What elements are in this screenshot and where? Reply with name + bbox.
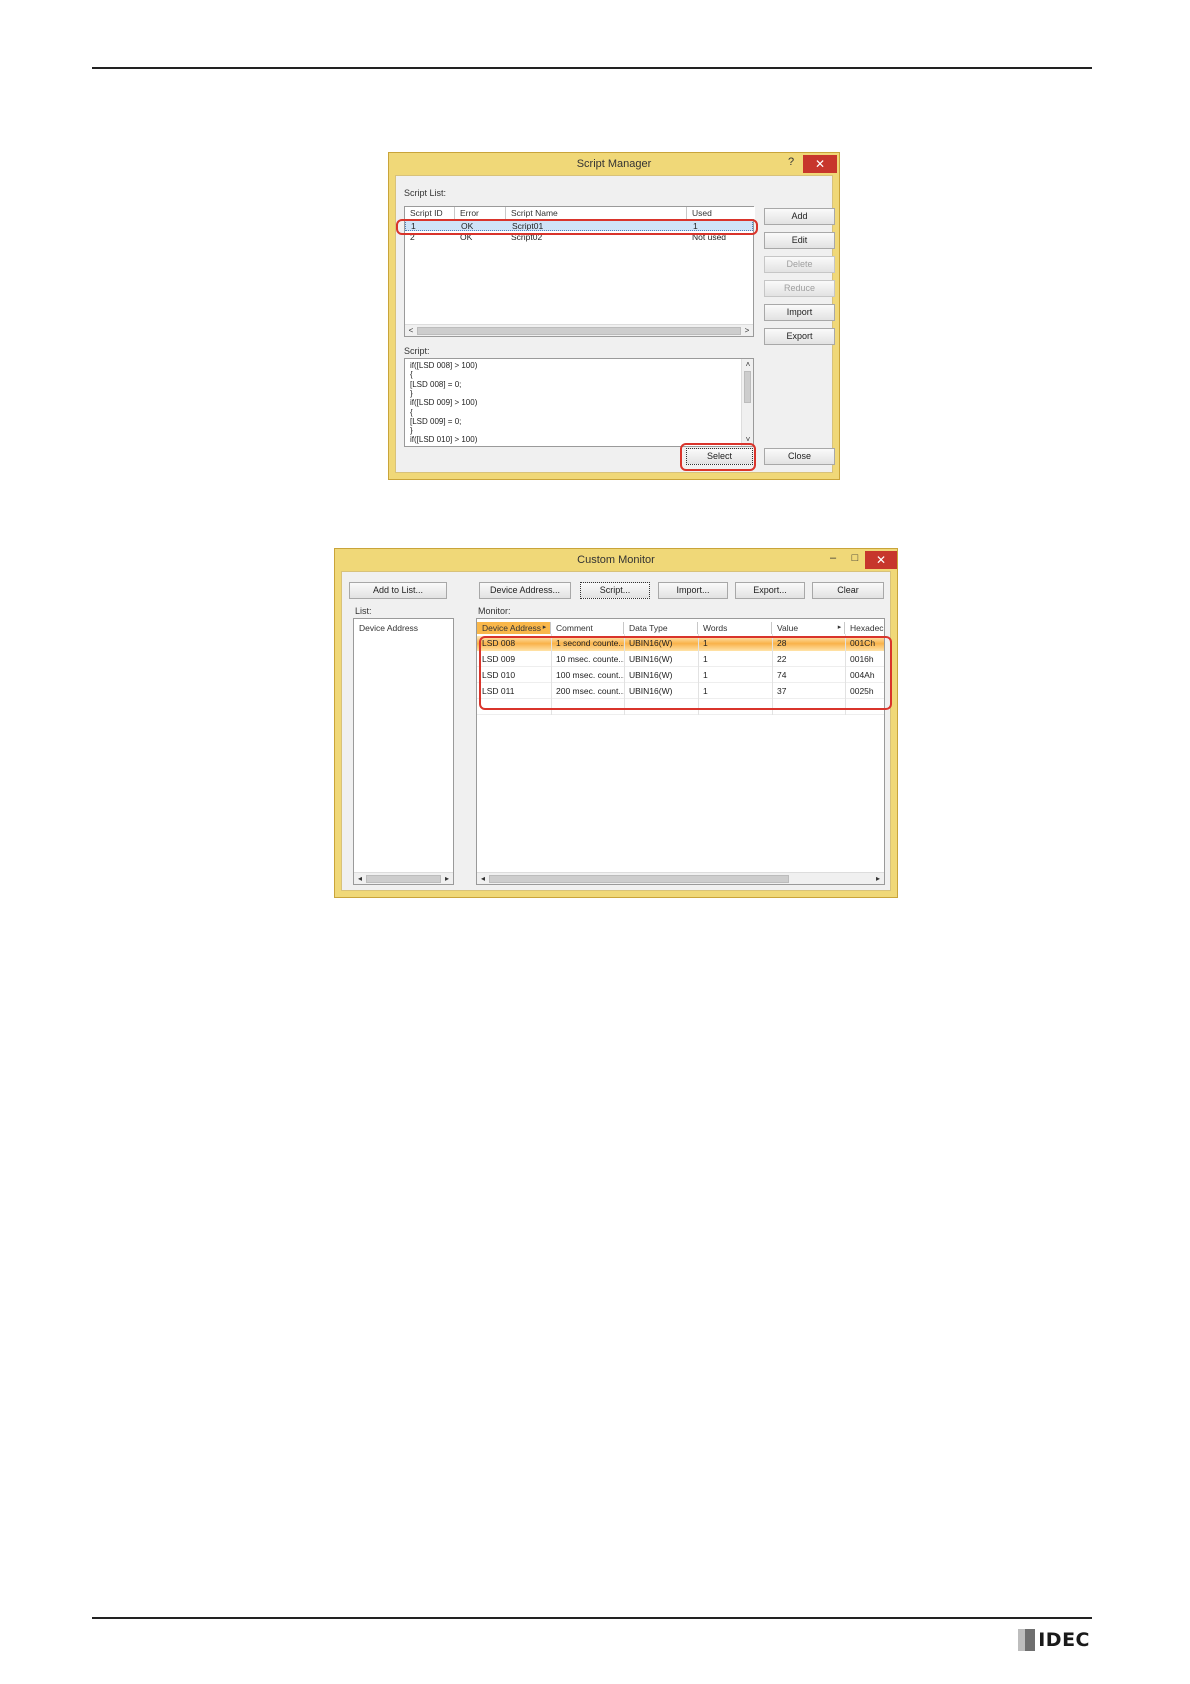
close-icon[interactable]: ✕ — [865, 551, 897, 569]
clear-button[interactable]: Clear — [812, 582, 884, 599]
import-button[interactable]: Import — [764, 304, 835, 321]
list-header-device-address[interactable]: Device Address — [354, 622, 453, 634]
highlight-monitor-rows — [479, 636, 892, 710]
logo-mark-icon — [1018, 1629, 1036, 1651]
header-rule — [92, 67, 1092, 69]
col-error[interactable]: Error — [455, 207, 506, 219]
col-hexadecimal[interactable]: Hexadeci — [845, 622, 884, 634]
reduce-button[interactable]: Reduce — [764, 280, 835, 297]
close-icon[interactable]: ✕ — [803, 155, 837, 173]
script-manager-title: Script Manager — [576, 158, 652, 170]
help-icon[interactable]: ? — [781, 153, 801, 171]
col-comment[interactable]: Comment — [551, 622, 624, 634]
chevron-right-icon[interactable]: ▸ — [441, 873, 453, 885]
device-address-button[interactable]: Device Address... — [479, 582, 571, 599]
chevron-left-icon[interactable]: ◂ — [354, 873, 366, 885]
script-line: [LSD 008] = 0; — [410, 380, 462, 389]
chevron-right-icon[interactable]: ▸ — [539, 622, 550, 634]
device-list[interactable]: Device Address ◂ ▸ — [353, 618, 454, 885]
add-button[interactable]: Add — [764, 208, 835, 225]
col-used[interactable]: Used — [687, 207, 755, 219]
scroll-thumb[interactable] — [366, 875, 441, 883]
custom-monitor-title: Custom Monitor — [577, 554, 655, 566]
export-button[interactable]: Export — [764, 328, 835, 345]
chevron-up-icon[interactable]: ˄ — [742, 359, 753, 371]
chevron-right-icon[interactable]: ▸ — [834, 622, 845, 634]
custom-monitor-client: Add to List... Device Address... Script.… — [341, 571, 891, 891]
custom-monitor-dialog: Custom Monitor – □ ✕ Add to List... Devi… — [334, 548, 898, 898]
export-button[interactable]: Export... — [735, 582, 805, 599]
scroll-thumb[interactable] — [744, 371, 751, 403]
col-script-name[interactable]: Script Name — [506, 207, 687, 219]
script-line: } — [410, 426, 413, 435]
edit-button[interactable]: Edit — [764, 232, 835, 249]
monitor-hscroll[interactable]: ◂ ▸ — [477, 872, 884, 884]
col-data-type[interactable]: Data Type — [624, 622, 698, 634]
script-line: if([LSD 010] > 100) — [410, 435, 478, 444]
script-line: } — [410, 389, 413, 398]
script-line: { — [410, 408, 413, 417]
script-list-hscroll[interactable]: < > — [405, 324, 753, 336]
footer-rule — [92, 1617, 1092, 1619]
monitor-label: Monitor: — [478, 606, 511, 616]
maximize-icon[interactable]: □ — [845, 549, 865, 567]
script-line: { — [410, 370, 413, 379]
script-line: if([LSD 009] > 100) — [410, 398, 478, 407]
scroll-left-icon[interactable]: < — [405, 325, 417, 337]
script-list-label: Script List: — [404, 188, 447, 198]
logo-text: IDEC — [1038, 1629, 1090, 1651]
chevron-right-icon[interactable]: ▸ — [872, 873, 884, 884]
scroll-right-icon[interactable]: > — [741, 325, 753, 337]
scroll-thumb[interactable] — [417, 327, 741, 335]
delete-button[interactable]: Delete — [764, 256, 835, 273]
col-script-id[interactable]: Script ID — [405, 207, 455, 219]
scroll-thumb[interactable] — [489, 875, 789, 883]
close-button[interactable]: Close — [764, 448, 835, 465]
device-list-hscroll[interactable]: ◂ ▸ — [354, 872, 453, 884]
script-text-area[interactable]: if([LSD 008] > 100) { [LSD 008] = 0; } i… — [404, 358, 754, 447]
import-button[interactable]: Import... — [658, 582, 728, 599]
highlight-select-button — [680, 443, 756, 471]
script-button[interactable]: Script... — [580, 582, 650, 599]
add-to-list-button[interactable]: Add to List... — [349, 582, 447, 599]
highlight-script-row — [396, 219, 758, 235]
script-line: if([LSD 008] > 100) — [410, 361, 478, 370]
col-words[interactable]: Words — [698, 622, 772, 634]
script-vscroll[interactable]: ˄ ˅ — [741, 359, 753, 446]
chevron-left-icon[interactable]: ◂ — [477, 873, 489, 884]
idec-logo: IDEC — [1018, 1628, 1090, 1652]
list-label: List: — [355, 606, 372, 616]
minimize-icon[interactable]: – — [823, 549, 843, 567]
script-manager-dialog: Script Manager ? ✕ Script List: Script I… — [388, 152, 840, 480]
script-label: Script: — [404, 346, 430, 356]
script-line: [LSD 009] = 0; — [410, 417, 462, 426]
